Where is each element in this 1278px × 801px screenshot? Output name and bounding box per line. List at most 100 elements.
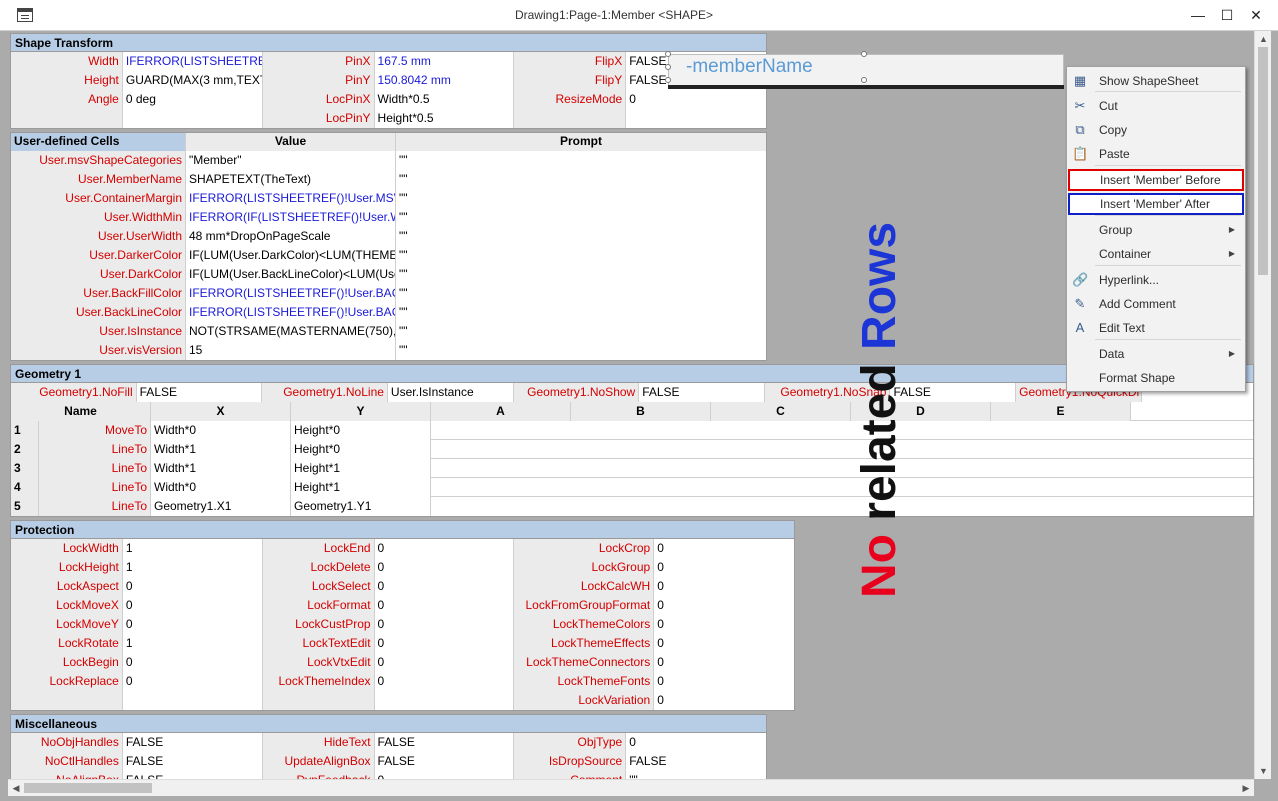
cell-formula[interactable]: 0 bbox=[122, 672, 263, 691]
cell-formula[interactable]: 0 bbox=[374, 672, 515, 691]
cell-formula[interactable]: 167.5 mm bbox=[374, 52, 515, 71]
user-cell-prompt[interactable]: "" bbox=[396, 189, 766, 208]
cell-formula[interactable]: 0 bbox=[654, 653, 795, 672]
cell-formula[interactable] bbox=[122, 691, 263, 710]
cell-formula[interactable]: 0 bbox=[122, 596, 263, 615]
cell-formula[interactable] bbox=[374, 691, 515, 710]
cell-formula[interactable]: 0 bbox=[654, 672, 795, 691]
cell-formula[interactable]: 0 bbox=[374, 653, 515, 672]
cell-formula[interactable]: 0 bbox=[122, 615, 263, 634]
cell-formula[interactable]: User.IsInstance bbox=[387, 383, 514, 402]
cell-x[interactable]: Width*0 bbox=[151, 421, 291, 440]
user-cell-value[interactable]: IFERROR(IF(LISTSHEETREF()!User.WIDTH bbox=[186, 208, 396, 227]
user-cell-prompt[interactable]: "" bbox=[396, 303, 766, 322]
cell-y[interactable]: Height*1 bbox=[291, 478, 431, 497]
cell-formula[interactable]: FALSE bbox=[626, 752, 767, 771]
user-cell-prompt[interactable]: "" bbox=[396, 151, 766, 170]
cell-formula[interactable]: 0 bbox=[654, 577, 795, 596]
context-menu-item[interactable]: Insert 'Member' Before bbox=[1068, 169, 1244, 191]
cell-x[interactable]: Width*0 bbox=[151, 478, 291, 497]
cell-formula[interactable]: GUARD(MAX(3 mm,TEXTI bbox=[122, 71, 263, 90]
selection-handle[interactable] bbox=[861, 77, 867, 83]
scroll-right-arrow-icon[interactable]: ▶ bbox=[1238, 780, 1254, 797]
user-cell-prompt[interactable]: "" bbox=[396, 265, 766, 284]
cell-formula[interactable]: 0 bbox=[626, 733, 767, 752]
cell-formula[interactable]: 0 bbox=[654, 691, 795, 710]
cell-y[interactable]: Height*0 bbox=[291, 421, 431, 440]
context-menu-item[interactable]: 🔗 Hyperlink... bbox=[1067, 269, 1245, 291]
cell-formula[interactable] bbox=[122, 109, 263, 128]
cell-formula[interactable]: FALSE bbox=[639, 383, 765, 402]
cell-formula[interactable]: Width*0.5 bbox=[374, 90, 515, 109]
context-menu-item[interactable]: ▦ Show ShapeSheet bbox=[1067, 70, 1245, 92]
cell-y[interactable]: Height*0 bbox=[291, 440, 431, 459]
cell-formula[interactable]: 0 bbox=[374, 596, 515, 615]
selection-handle[interactable] bbox=[665, 77, 671, 83]
context-menu-item[interactable]: Insert 'Member' After bbox=[1068, 193, 1244, 215]
user-cell-value[interactable]: IF(LUM(User.DarkColor)<LUM(THEMEV bbox=[186, 246, 396, 265]
context-menu-item[interactable]: ⧉ Copy bbox=[1067, 119, 1245, 141]
cell-formula[interactable]: Height*0.5 bbox=[374, 109, 515, 128]
user-cell-prompt[interactable]: "" bbox=[396, 322, 766, 341]
cell-formula[interactable]: 1 bbox=[122, 539, 263, 558]
cell-formula[interactable]: 0 bbox=[374, 558, 515, 577]
cell-formula[interactable]: FALSE bbox=[374, 752, 515, 771]
user-cell-value[interactable]: IFERROR(LISTSHEETREF()!User.BACKGR bbox=[186, 303, 396, 322]
cell-formula[interactable]: 0 bbox=[654, 596, 795, 615]
maximize-button[interactable]: ☐ bbox=[1215, 4, 1239, 26]
cell-x[interactable]: Width*1 bbox=[151, 459, 291, 478]
cell-formula[interactable]: 0 bbox=[374, 539, 515, 558]
cell-formula[interactable]: 0 bbox=[626, 90, 767, 109]
cell-formula[interactable]: FALSE bbox=[122, 771, 263, 779]
context-menu-item[interactable]: ✂ Cut bbox=[1067, 95, 1245, 117]
vertical-scroll-thumb[interactable] bbox=[1258, 47, 1268, 275]
cell-formula[interactable]: 150.8042 mm bbox=[374, 71, 515, 90]
user-cell-value[interactable]: "Member" bbox=[186, 151, 396, 170]
user-cell-value[interactable]: 15 bbox=[186, 341, 396, 360]
user-cell-value[interactable]: 48 mm*DropOnPageScale bbox=[186, 227, 396, 246]
context-menu-item[interactable]: Data ▶ bbox=[1067, 343, 1245, 365]
user-cell-prompt[interactable]: "" bbox=[396, 208, 766, 227]
member-shape-label[interactable]: -memberName bbox=[686, 56, 813, 78]
vertical-scrollbar[interactable]: ▲ ▼ bbox=[1254, 31, 1271, 779]
scroll-left-arrow-icon[interactable]: ◀ bbox=[8, 780, 24, 797]
user-cell-prompt[interactable]: "" bbox=[396, 284, 766, 303]
cell-y[interactable]: Geometry1.Y1 bbox=[291, 497, 431, 516]
cell-formula[interactable]: FALSE bbox=[374, 733, 515, 752]
cell-formula[interactable]: 1 bbox=[122, 558, 263, 577]
cell-formula[interactable]: 0 bbox=[122, 577, 263, 596]
context-menu-item[interactable]: Group ▶ bbox=[1067, 219, 1245, 241]
context-menu-item[interactable]: A Edit Text bbox=[1067, 317, 1245, 339]
horizontal-scroll-thumb[interactable] bbox=[24, 783, 152, 793]
selection-handle[interactable] bbox=[665, 64, 671, 70]
context-menu-item[interactable]: ✎ Add Comment bbox=[1067, 293, 1245, 315]
cell-formula[interactable]: FALSE bbox=[122, 752, 263, 771]
cell-formula[interactable]: 0 bbox=[654, 615, 795, 634]
cell-formula[interactable]: FALSE bbox=[136, 383, 263, 402]
minimize-button[interactable]: — bbox=[1186, 4, 1210, 26]
cell-formula[interactable]: 0 bbox=[654, 558, 795, 577]
user-cell-prompt[interactable]: "" bbox=[396, 170, 766, 189]
cell-formula[interactable]: "" bbox=[626, 771, 767, 779]
user-cell-value[interactable]: IFERROR(LISTSHEETREF()!User.MSVSDC bbox=[186, 189, 396, 208]
cell-formula[interactable]: IFERROR(LISTSHEETREF()! bbox=[122, 52, 263, 71]
selection-handle[interactable] bbox=[665, 51, 671, 57]
cell-formula[interactable]: 0 bbox=[374, 615, 515, 634]
cell-x[interactable]: Geometry1.X1 bbox=[151, 497, 291, 516]
user-cell-prompt[interactable]: "" bbox=[396, 341, 766, 360]
user-cell-value[interactable]: IFERROR(LISTSHEETREF()!User.BACKGR bbox=[186, 284, 396, 303]
cell-formula[interactable]: FALSE bbox=[122, 733, 263, 752]
user-cell-value[interactable]: NOT(STRSAME(MASTERNAME(750),"< bbox=[186, 322, 396, 341]
cell-formula[interactable]: 0 bbox=[374, 634, 515, 653]
cell-y[interactable]: Height*1 bbox=[291, 459, 431, 478]
user-cell-prompt[interactable]: "" bbox=[396, 227, 766, 246]
selection-handle[interactable] bbox=[861, 51, 867, 57]
user-cell-prompt[interactable]: "" bbox=[396, 246, 766, 265]
cell-formula[interactable]: 0 bbox=[122, 653, 263, 672]
cell-formula[interactable]: 0 bbox=[654, 634, 795, 653]
scroll-down-arrow-icon[interactable]: ▼ bbox=[1255, 763, 1272, 779]
context-menu-item[interactable]: Format Shape bbox=[1067, 367, 1245, 389]
cell-formula[interactable]: 0 bbox=[374, 771, 515, 779]
user-cell-value[interactable]: SHAPETEXT(TheText) bbox=[186, 170, 396, 189]
cell-formula[interactable]: 0 bbox=[374, 577, 515, 596]
